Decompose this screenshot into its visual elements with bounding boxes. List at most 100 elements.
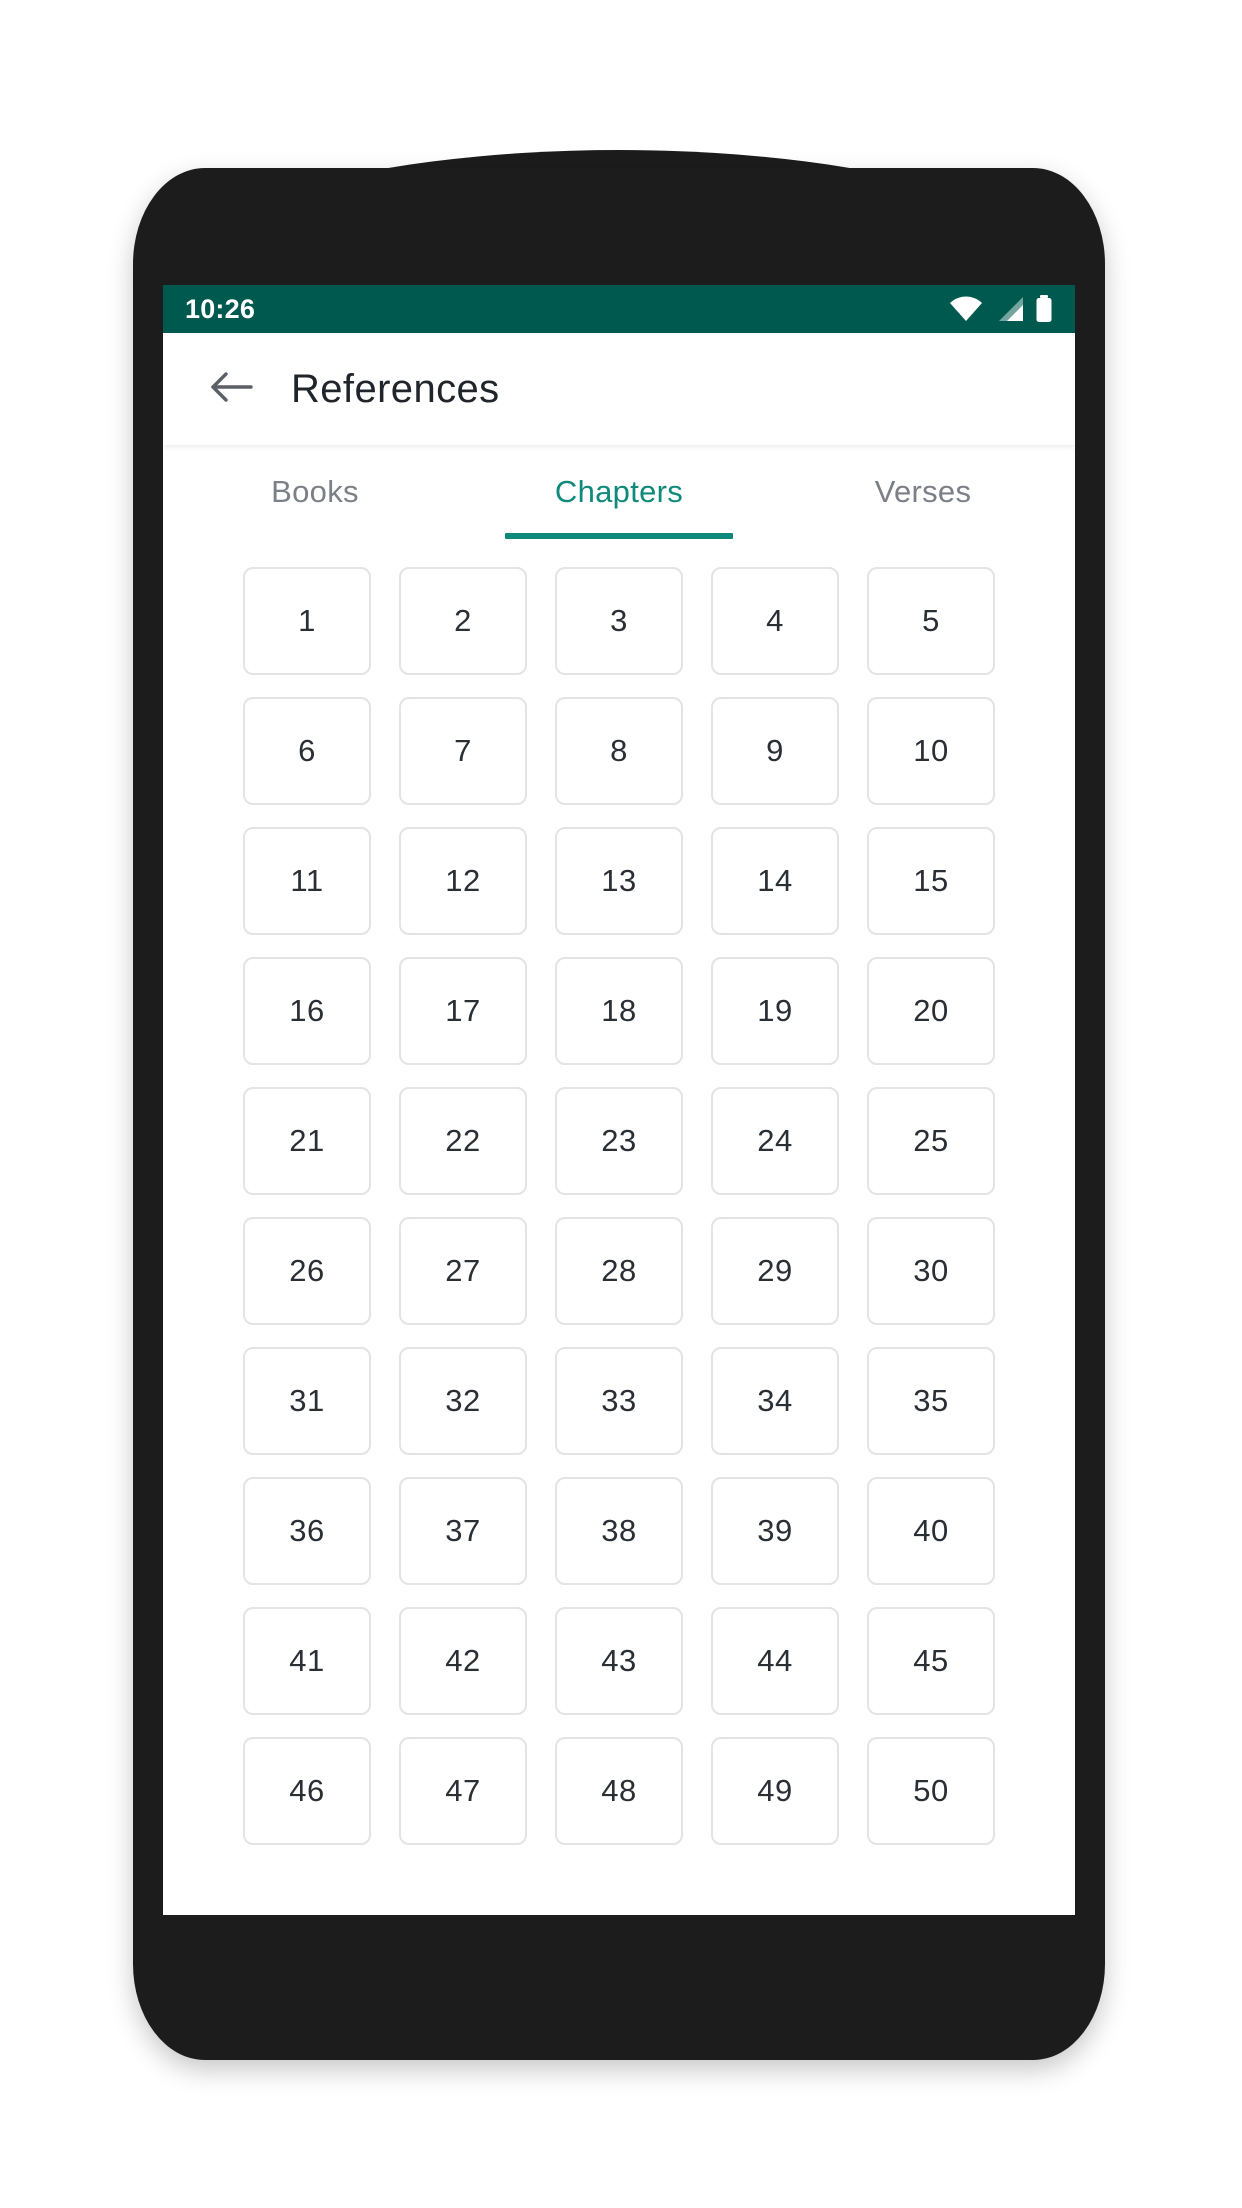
chapter-cell[interactable]: 7 bbox=[399, 697, 527, 805]
chapter-cell[interactable]: 37 bbox=[399, 1477, 527, 1585]
chapter-cell-label: 7 bbox=[454, 733, 472, 768]
page-title: References bbox=[291, 366, 500, 411]
chapter-cell[interactable]: 35 bbox=[867, 1347, 995, 1455]
chapter-cell-label: 12 bbox=[445, 863, 481, 898]
chapter-cell-label: 24 bbox=[757, 1123, 793, 1158]
chapter-cell[interactable]: 49 bbox=[711, 1737, 839, 1845]
tab-bar: Books Chapters Verses bbox=[163, 445, 1075, 539]
chapter-cell[interactable]: 34 bbox=[711, 1347, 839, 1455]
chapter-cell-label: 49 bbox=[757, 1773, 793, 1808]
chapter-cell-label: 10 bbox=[913, 733, 949, 768]
chapter-cell[interactable]: 19 bbox=[711, 957, 839, 1065]
chapter-cell-label: 11 bbox=[290, 863, 324, 898]
chapter-cell[interactable]: 44 bbox=[711, 1607, 839, 1715]
chapter-cell-label: 6 bbox=[298, 733, 316, 768]
chapter-cell[interactable]: 40 bbox=[867, 1477, 995, 1585]
chapter-cell[interactable]: 30 bbox=[867, 1217, 995, 1325]
chapter-cell[interactable]: 22 bbox=[399, 1087, 527, 1195]
chapter-cell[interactable]: 50 bbox=[867, 1737, 995, 1845]
chapter-cell-label: 22 bbox=[445, 1123, 481, 1158]
chapter-cell[interactable]: 17 bbox=[399, 957, 527, 1065]
chapter-cell[interactable]: 21 bbox=[243, 1087, 371, 1195]
chapter-cell-label: 33 bbox=[601, 1383, 637, 1418]
chapter-cell[interactable]: 33 bbox=[555, 1347, 683, 1455]
chapter-cell-label: 39 bbox=[757, 1513, 793, 1548]
tab-books[interactable]: Books bbox=[163, 445, 467, 539]
chapter-cell-label: 26 bbox=[289, 1253, 325, 1288]
chapter-cell[interactable]: 43 bbox=[555, 1607, 683, 1715]
chapter-cell-label: 29 bbox=[757, 1253, 793, 1288]
chapter-cell[interactable]: 4 bbox=[711, 567, 839, 675]
chapter-cell-label: 37 bbox=[445, 1513, 481, 1548]
chapter-cell-label: 47 bbox=[445, 1773, 481, 1808]
chapter-cell-label: 42 bbox=[445, 1643, 481, 1678]
chapter-cell-label: 25 bbox=[913, 1123, 949, 1158]
chapter-cell[interactable]: 48 bbox=[555, 1737, 683, 1845]
chapter-cell[interactable]: 16 bbox=[243, 957, 371, 1065]
chapter-cell[interactable]: 3 bbox=[555, 567, 683, 675]
chapter-cell[interactable]: 47 bbox=[399, 1737, 527, 1845]
chapter-cell[interactable]: 38 bbox=[555, 1477, 683, 1585]
chapter-cell-label: 20 bbox=[913, 993, 949, 1028]
chapter-cell[interactable]: 15 bbox=[867, 827, 995, 935]
chapter-cell[interactable]: 10 bbox=[867, 697, 995, 805]
chapter-cell[interactable]: 29 bbox=[711, 1217, 839, 1325]
chapter-cell[interactable]: 39 bbox=[711, 1477, 839, 1585]
chapter-cell[interactable]: 45 bbox=[867, 1607, 995, 1715]
chapter-cell-label: 1 bbox=[298, 603, 316, 638]
chapter-cell-label: 13 bbox=[601, 863, 637, 898]
chapter-cell[interactable]: 23 bbox=[555, 1087, 683, 1195]
tab-books-label: Books bbox=[271, 474, 359, 509]
chapter-cell[interactable]: 12 bbox=[399, 827, 527, 935]
arrow-left-icon bbox=[209, 368, 255, 411]
chapter-grid-scroll[interactable]: 1 2 3 4 5 6 7 8 9 10 11 12 13 14 15 16 17 18 19 20 21 22 23 24 2… bbox=[163, 539, 1075, 1915]
chapter-cell[interactable]: 9 bbox=[711, 697, 839, 805]
chapter-cell[interactable]: 18 bbox=[555, 957, 683, 1065]
chapter-cell[interactable]: 8 bbox=[555, 697, 683, 805]
chapter-cell[interactable]: 31 bbox=[243, 1347, 371, 1455]
chapter-cell-label: 16 bbox=[289, 993, 325, 1028]
chapter-cell[interactable]: 13 bbox=[555, 827, 683, 935]
chapter-cell-label: 8 bbox=[610, 733, 628, 768]
wifi-icon bbox=[949, 296, 983, 322]
chapter-cell[interactable]: 24 bbox=[711, 1087, 839, 1195]
chapter-cell-label: 14 bbox=[757, 863, 793, 898]
chapter-cell-label: 35 bbox=[913, 1383, 949, 1418]
tab-chapters-label: Chapters bbox=[554, 474, 684, 509]
chapter-cell[interactable]: 1 bbox=[243, 567, 371, 675]
chapter-cell[interactable]: 27 bbox=[399, 1217, 527, 1325]
chapter-cell-label: 17 bbox=[445, 993, 481, 1028]
chapter-cell-label: 46 bbox=[289, 1773, 325, 1808]
chapter-cell[interactable]: 32 bbox=[399, 1347, 527, 1455]
app-bar: References bbox=[163, 333, 1075, 445]
chapter-cell[interactable]: 28 bbox=[555, 1217, 683, 1325]
chapter-cell[interactable]: 11 bbox=[243, 827, 371, 935]
chapter-cell[interactable]: 46 bbox=[243, 1737, 371, 1845]
chapter-cell[interactable]: 41 bbox=[243, 1607, 371, 1715]
chapter-cell[interactable]: 20 bbox=[867, 957, 995, 1065]
chapter-cell[interactable]: 5 bbox=[867, 567, 995, 675]
chapter-cell[interactable]: 14 bbox=[711, 827, 839, 935]
chapter-cell[interactable]: 26 bbox=[243, 1217, 371, 1325]
tab-chapters[interactable]: Chapters bbox=[467, 445, 771, 539]
chapter-cell[interactable]: 2 bbox=[399, 567, 527, 675]
chapter-cell-label: 48 bbox=[601, 1773, 637, 1808]
chapter-cell-label: 18 bbox=[601, 993, 637, 1028]
chapter-cell-label: 31 bbox=[289, 1383, 325, 1418]
status-bar-clock: 10:26 bbox=[185, 293, 256, 324]
cellular-signal-icon bbox=[994, 296, 1024, 322]
tab-verses[interactable]: Verses bbox=[771, 445, 1075, 539]
chapter-cell-label: 50 bbox=[913, 1773, 949, 1808]
chapter-grid: 1 2 3 4 5 6 7 8 9 10 11 12 13 14 15 16 17 18 19 20 21 22 23 24 2… bbox=[163, 567, 1075, 1845]
chapter-cell-label: 21 bbox=[289, 1123, 325, 1158]
chapter-cell[interactable]: 42 bbox=[399, 1607, 527, 1715]
back-button[interactable] bbox=[201, 358, 263, 420]
chapter-cell[interactable]: 6 bbox=[243, 697, 371, 805]
chapter-cell-label: 27 bbox=[445, 1253, 481, 1288]
chapter-cell-label: 4 bbox=[766, 603, 784, 638]
chapter-cell-label: 40 bbox=[913, 1513, 949, 1548]
chapter-cell[interactable]: 25 bbox=[867, 1087, 995, 1195]
chapter-cell[interactable]: 36 bbox=[243, 1477, 371, 1585]
chapter-cell-label: 43 bbox=[601, 1643, 637, 1678]
screenshot-root: 10:26 References Books Chapters Verses 1… bbox=[0, 0, 1242, 2208]
